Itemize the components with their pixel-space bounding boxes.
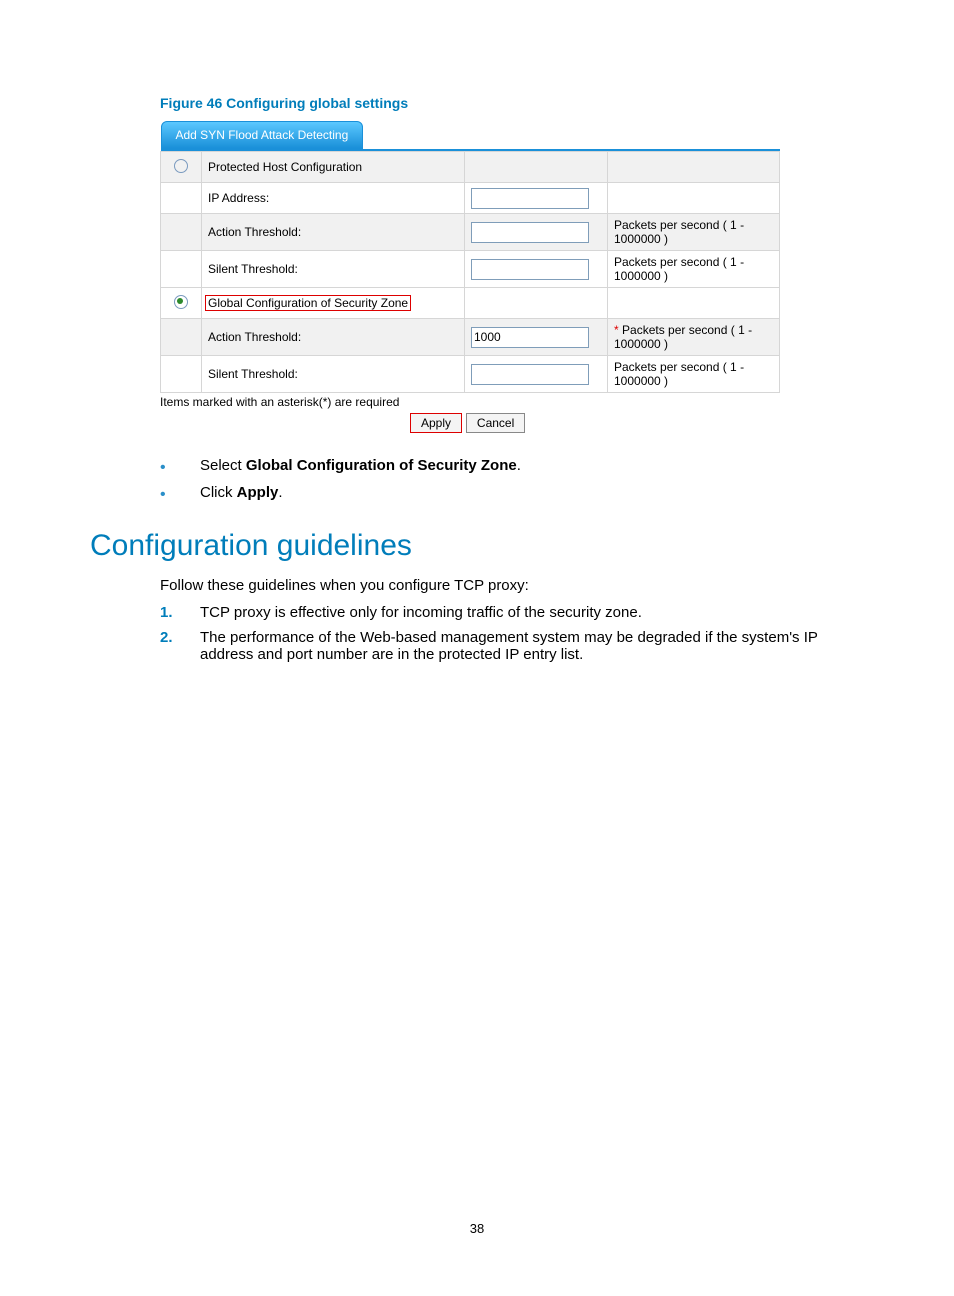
silent-threshold-label-2: Silent Threshold: — [202, 356, 465, 393]
guidelines-list: TCP proxy is effective only for incoming… — [160, 604, 864, 663]
silent-threshold-input-1[interactable] — [471, 259, 589, 280]
guideline-item: TCP proxy is effective only for incoming… — [160, 604, 864, 621]
action-threshold-input-1[interactable] — [471, 222, 589, 243]
action-threshold-hint-1: Packets per second ( 1 - 1000000 ) — [608, 214, 780, 251]
silent-threshold-input-2[interactable] — [471, 364, 589, 385]
config-table: Add SYN Flood Attack Detecting Protected… — [160, 121, 780, 393]
bullet-click-apply: Click Apply. — [160, 484, 864, 501]
figure-screenshot: Add SYN Flood Attack Detecting Protected… — [160, 121, 780, 433]
row-action-threshold-1: Action Threshold: Packets per second ( 1… — [161, 214, 780, 251]
row-protected-host: Protected Host Configuration — [161, 152, 780, 183]
figure-caption: Figure 46 Configuring global settings — [160, 95, 864, 111]
action-threshold-hint-2: * Packets per second ( 1 - 1000000 ) — [608, 319, 780, 356]
protected-host-label: Protected Host Configuration — [202, 152, 465, 183]
action-threshold-label-2: Action Threshold: — [202, 319, 465, 356]
radio-global-zone[interactable] — [174, 295, 188, 309]
required-note: Items marked with an asterisk(*) are req… — [160, 395, 780, 409]
global-zone-label: Global Configuration of Security Zone — [205, 295, 411, 311]
ip-address-input[interactable] — [471, 188, 589, 209]
section-heading-config-guidelines: Configuration guidelines — [90, 529, 864, 563]
guideline-item: The performance of the Web-based managem… — [160, 629, 864, 663]
page-number: 38 — [0, 1221, 954, 1236]
apply-button[interactable]: Apply — [410, 413, 462, 433]
silent-threshold-hint-1: Packets per second ( 1 - 1000000 ) — [608, 251, 780, 288]
silent-threshold-label-1: Silent Threshold: — [202, 251, 465, 288]
radio-protected-host[interactable] — [174, 159, 188, 173]
ip-address-label: IP Address: — [202, 183, 465, 214]
instruction-bullets: Select Global Configuration of Security … — [160, 457, 864, 501]
row-silent-threshold-2: Silent Threshold: Packets per second ( 1… — [161, 356, 780, 393]
tab-add-syn-flood[interactable]: Add SYN Flood Attack Detecting — [161, 121, 364, 149]
action-threshold-input-2[interactable] — [471, 327, 589, 348]
bullet-select-global: Select Global Configuration of Security … — [160, 457, 864, 474]
row-global-zone: Global Configuration of Security Zone — [161, 288, 780, 319]
intro-paragraph: Follow these guidelines when you configu… — [160, 577, 864, 594]
silent-threshold-hint-2: Packets per second ( 1 - 1000000 ) — [608, 356, 780, 393]
button-row: Apply Cancel — [160, 413, 780, 433]
row-action-threshold-2: Action Threshold: * Packets per second (… — [161, 319, 780, 356]
row-ip-address: IP Address: — [161, 183, 780, 214]
action-threshold-label-1: Action Threshold: — [202, 214, 465, 251]
row-silent-threshold-1: Silent Threshold: Packets per second ( 1… — [161, 251, 780, 288]
cancel-button[interactable]: Cancel — [466, 413, 525, 433]
